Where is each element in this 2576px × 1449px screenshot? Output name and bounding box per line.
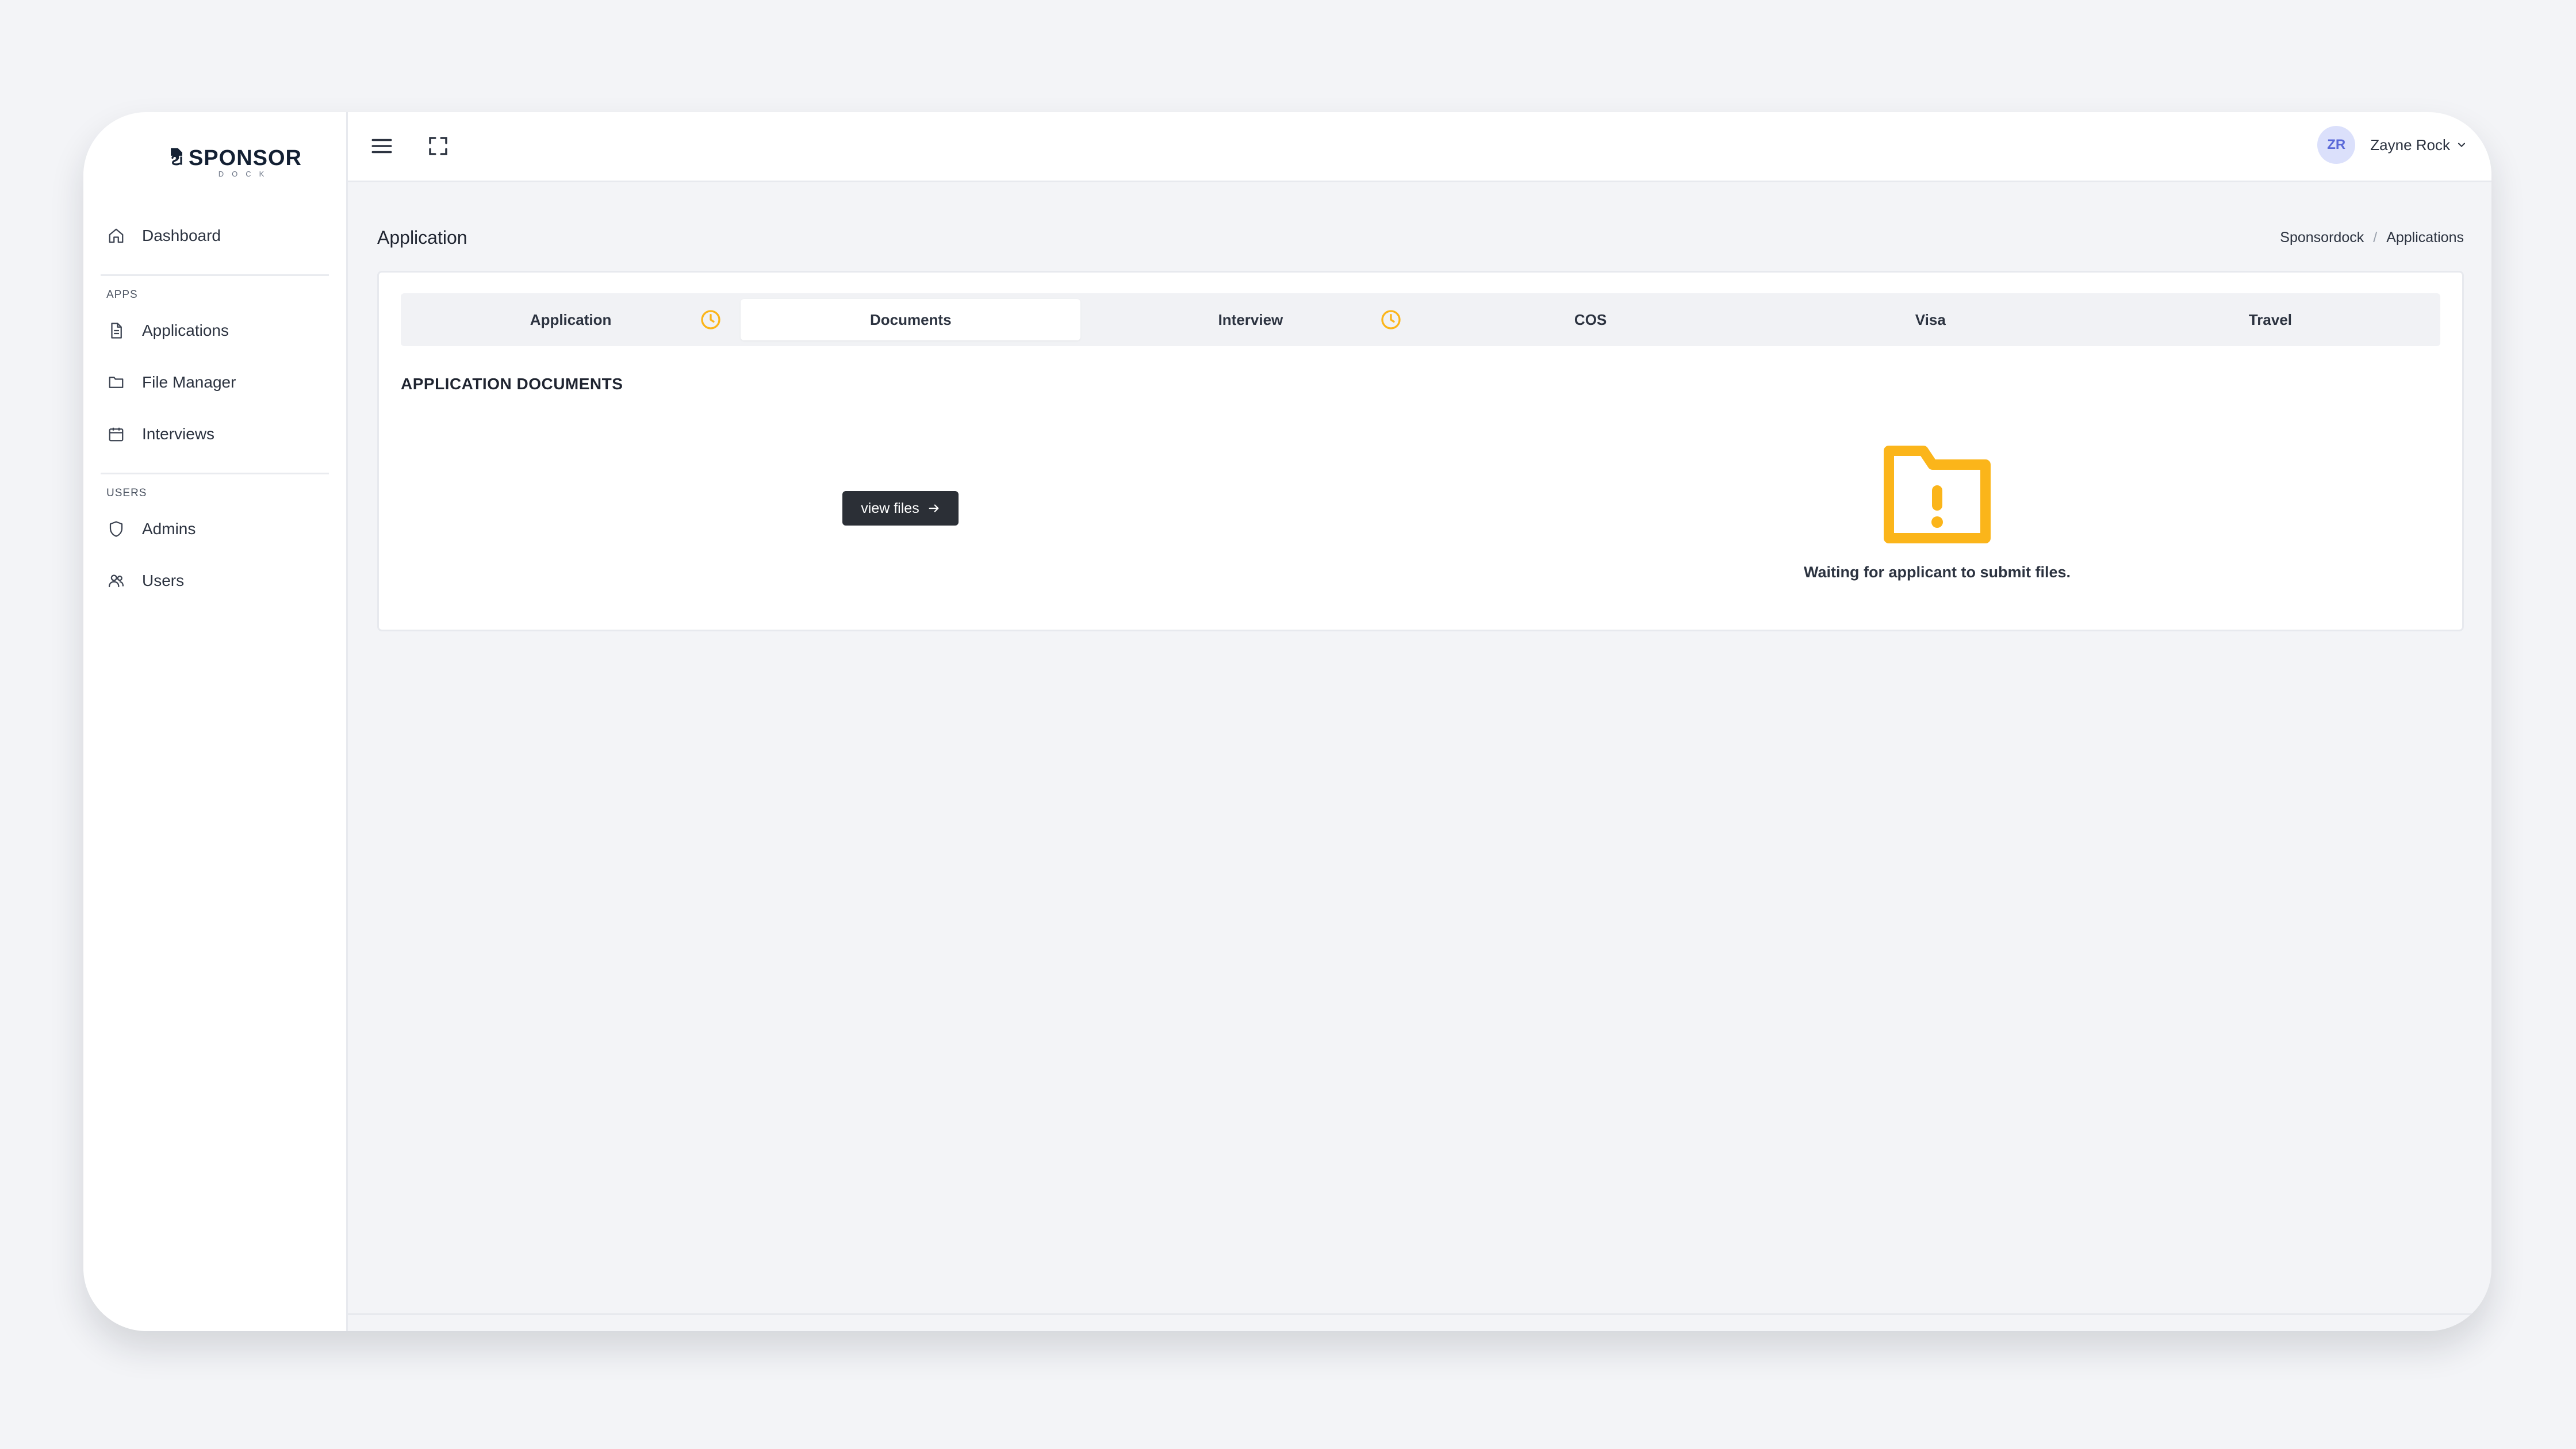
top-bar: ZR Zayne Rock — [348, 112, 2491, 182]
tab-travel[interactable]: Travel — [2100, 293, 2440, 346]
calendar-icon — [109, 427, 124, 442]
brand-subtitle: DOCK — [218, 170, 273, 178]
brand-logo[interactable]: SPONSOR DOCK — [170, 124, 302, 181]
sidebar-item-users[interactable]: Users — [83, 555, 346, 607]
breadcrumb: Sponsordock / Applications — [2280, 229, 2464, 246]
section-title: APPLICATION DOCUMENTS — [401, 375, 623, 393]
footer-divider — [348, 1313, 2491, 1315]
tab-label: Travel — [2248, 310, 2293, 328]
tab-documents[interactable]: Documents — [741, 299, 1081, 340]
sidebar-item-label: Admins — [142, 520, 196, 538]
view-files-label: view files — [861, 500, 919, 516]
tab-label: Interview — [1218, 310, 1283, 328]
empty-state: Waiting for applicant to submit files. — [1765, 439, 2110, 581]
sponsordock-logo-icon — [171, 148, 182, 166]
sidebar-item-admins[interactable]: Admins — [83, 503, 346, 555]
avatar: ZR — [2317, 126, 2356, 164]
empty-state-message: Waiting for applicant to submit files. — [1803, 564, 2071, 581]
sidebar-item-label: Users — [142, 572, 185, 589]
sidebar-item-label: Dashboard — [142, 227, 221, 244]
main-content: ZR Zayne Rock Application Sponsordock / … — [348, 112, 2491, 1331]
sidebar: SPONSOR DOCK Dashboard APPS Applications… — [83, 112, 348, 1331]
tab-label: COS — [1574, 310, 1607, 328]
tab-interview[interactable]: Interview — [1080, 293, 1420, 346]
arrow-right-icon — [929, 504, 939, 512]
sidebar-item-interviews[interactable]: Interviews — [83, 408, 346, 460]
tab-label: Application — [530, 310, 612, 328]
page-title: Application — [377, 227, 467, 248]
user-menu[interactable]: ZR Zayne Rock — [2317, 126, 2467, 164]
chevron-down-icon — [2458, 143, 2465, 147]
tab-label: Documents — [869, 310, 952, 328]
user-name: Zayne Rock — [2370, 136, 2450, 154]
sidebar-divider — [101, 473, 329, 474]
page-header: Application Sponsordock / Applications — [377, 227, 2464, 256]
sidebar-heading-apps: APPS — [106, 289, 138, 301]
app-window: SPONSOR DOCK Dashboard APPS Applications… — [83, 112, 2491, 1331]
users-icon — [109, 574, 124, 588]
breadcrumb-item-sponsordock[interactable]: Sponsordock — [2280, 229, 2364, 246]
application-card: Application Documents Interview COS Visa — [377, 271, 2464, 631]
tab-cos[interactable]: COS — [1421, 293, 1761, 346]
tab-visa[interactable]: Visa — [1761, 293, 2100, 346]
brand-name: SPONSOR — [188, 146, 302, 170]
sidebar-item-label: Applications — [142, 321, 229, 339]
view-files-button[interactable]: view files — [842, 491, 959, 526]
sidebar-item-dashboard[interactable]: Dashboard — [83, 210, 346, 262]
breadcrumb-item-applications[interactable]: Applications — [2386, 229, 2464, 246]
application-tabs: Application Documents Interview COS Visa — [401, 293, 2440, 346]
file-text-icon — [111, 323, 122, 339]
sidebar-divider — [101, 274, 329, 276]
shield-icon — [109, 521, 123, 537]
clock-icon — [1381, 310, 1401, 329]
menu-icon[interactable] — [370, 134, 394, 158]
sidebar-item-label: File Manager — [142, 373, 236, 391]
folder-icon — [109, 377, 124, 388]
sidebar-item-file-manager[interactable]: File Manager — [83, 356, 346, 408]
sidebar-nav: Dashboard APPS Applications File Manager… — [83, 210, 346, 607]
sidebar-item-label: Interviews — [142, 425, 215, 443]
clock-icon — [701, 310, 720, 329]
sidebar-item-applications[interactable]: Applications — [83, 305, 346, 356]
sidebar-heading-users: USERS — [106, 487, 147, 499]
tab-application[interactable]: Application — [401, 293, 741, 346]
fullscreen-icon[interactable] — [426, 134, 450, 158]
breadcrumb-separator: / — [2373, 229, 2378, 246]
tab-label: Visa — [1915, 310, 1946, 328]
folder-alert-icon — [1884, 446, 1991, 543]
home-icon — [109, 228, 124, 243]
